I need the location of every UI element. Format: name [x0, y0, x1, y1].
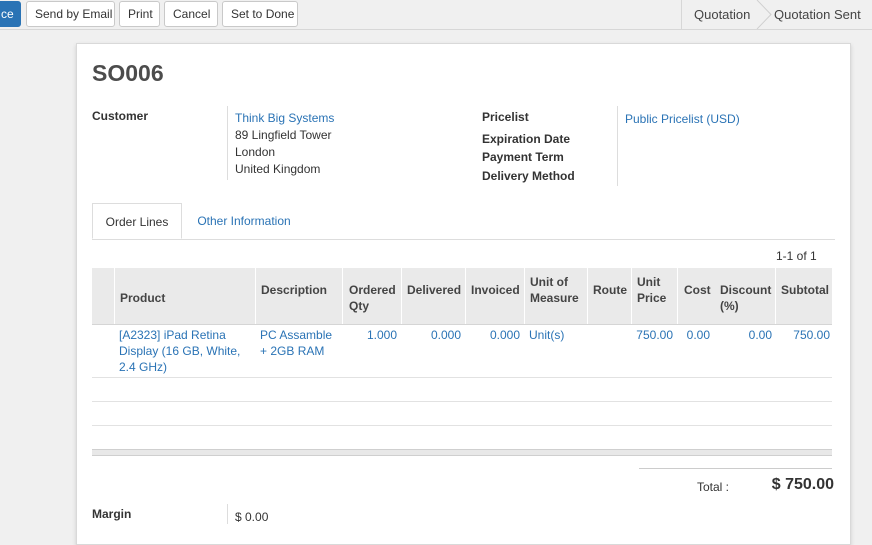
pager[interactable]: 1-1 of 1 — [776, 249, 817, 263]
status-quotation-sent[interactable]: Quotation Sent — [774, 7, 861, 22]
customer-link[interactable]: Think Big Systems — [235, 111, 334, 125]
cell-unit-price[interactable]: 750.00 — [636, 327, 673, 343]
col-separator — [255, 268, 256, 324]
set-to-done-button[interactable]: Set to Done — [222, 1, 298, 27]
col-unit-of-measure[interactable]: Unit of Measure — [530, 274, 585, 306]
cell-discount[interactable]: 0.00 — [749, 327, 772, 343]
col-cost[interactable]: Cost — [684, 282, 711, 298]
col-invoiced[interactable]: Invoiced — [471, 282, 520, 298]
pricelist-label: Pricelist — [482, 110, 529, 124]
print-button[interactable]: Print — [119, 1, 160, 27]
col-separator — [524, 268, 525, 324]
customer-address-line3: United Kingdom — [235, 162, 321, 176]
cell-delivered[interactable]: 0.000 — [431, 327, 461, 343]
status-bar: Quotation Quotation Sent — [681, 0, 872, 29]
col-subtotal[interactable]: Subtotal — [781, 282, 829, 298]
cell-ordered-qty[interactable]: 1.000 — [367, 327, 397, 343]
order-title: SO006 — [92, 60, 164, 86]
table-footer — [92, 449, 832, 456]
col-unit-price[interactable]: Unit Price — [637, 274, 671, 306]
col-delivered[interactable]: Delivered — [407, 282, 461, 298]
col-product[interactable]: Product — [120, 290, 165, 306]
cancel-button[interactable]: Cancel — [164, 1, 218, 27]
col-ordered-qty[interactable]: Ordered Qty — [349, 282, 399, 314]
delivery-method-label: Delivery Method — [482, 169, 575, 183]
total-divider — [639, 468, 832, 469]
cell-product[interactable]: [A2323] iPad Retina Display (16 GB, Whit… — [119, 327, 249, 375]
order-lines-header: Product Description Ordered Qty Delivere… — [92, 268, 832, 325]
cell-subtotal[interactable]: 750.00 — [793, 327, 830, 343]
total-label: Total : — [697, 480, 730, 494]
status-separator-icon — [756, 0, 772, 29]
col-separator — [587, 268, 588, 324]
row-divider — [92, 377, 832, 378]
col-separator — [631, 268, 632, 324]
col-route[interactable]: Route — [593, 282, 627, 298]
col-separator — [114, 268, 115, 324]
col-description[interactable]: Description — [261, 282, 327, 298]
cell-description[interactable]: PC Assamble + 2GB RAM — [260, 327, 340, 359]
pricelist-link[interactable]: Public Pricelist (USD) — [625, 112, 740, 126]
margin-label: Margin — [92, 507, 132, 521]
payment-term-label: Payment Term — [482, 150, 564, 164]
cell-unit-of-measure[interactable]: Unit(s) — [529, 327, 564, 343]
cell-cost[interactable]: 0.00 — [687, 327, 710, 343]
margin-value: $ 0.00 — [235, 510, 269, 524]
form-sheet: SO006 Customer Think Big Systems 89 Ling… — [76, 43, 851, 545]
total-amount: $ 750.00 — [771, 476, 834, 493]
customer-address-line2: London — [235, 145, 276, 159]
send-by-email-button[interactable]: Send by Email — [26, 1, 115, 27]
action-toolbar: ce Send by Email Print Cancel Set to Don… — [0, 0, 872, 30]
expiration-date-label: Expiration Date — [482, 132, 571, 146]
customer-label: Customer — [92, 109, 149, 123]
tab-order-lines[interactable]: Order Lines — [92, 203, 182, 239]
col-separator — [401, 268, 402, 324]
row-divider — [92, 425, 832, 426]
tab-other-information[interactable]: Other Information — [187, 203, 301, 239]
cell-invoiced[interactable]: 0.000 — [490, 327, 520, 343]
confirm-sale-button[interactable]: ce — [0, 1, 21, 27]
status-quotation[interactable]: Quotation — [694, 7, 750, 22]
col-discount[interactable]: Discount (%) — [720, 282, 776, 314]
col-separator — [465, 268, 466, 324]
tabs-underline — [92, 239, 835, 240]
row-divider — [92, 401, 832, 402]
margin-divider — [227, 504, 228, 524]
customer-divider — [227, 106, 228, 180]
customer-address-line1: 89 Lingfield Tower — [235, 128, 332, 142]
col-separator — [677, 268, 678, 324]
col-separator — [342, 268, 343, 324]
pricelist-divider — [617, 106, 618, 186]
